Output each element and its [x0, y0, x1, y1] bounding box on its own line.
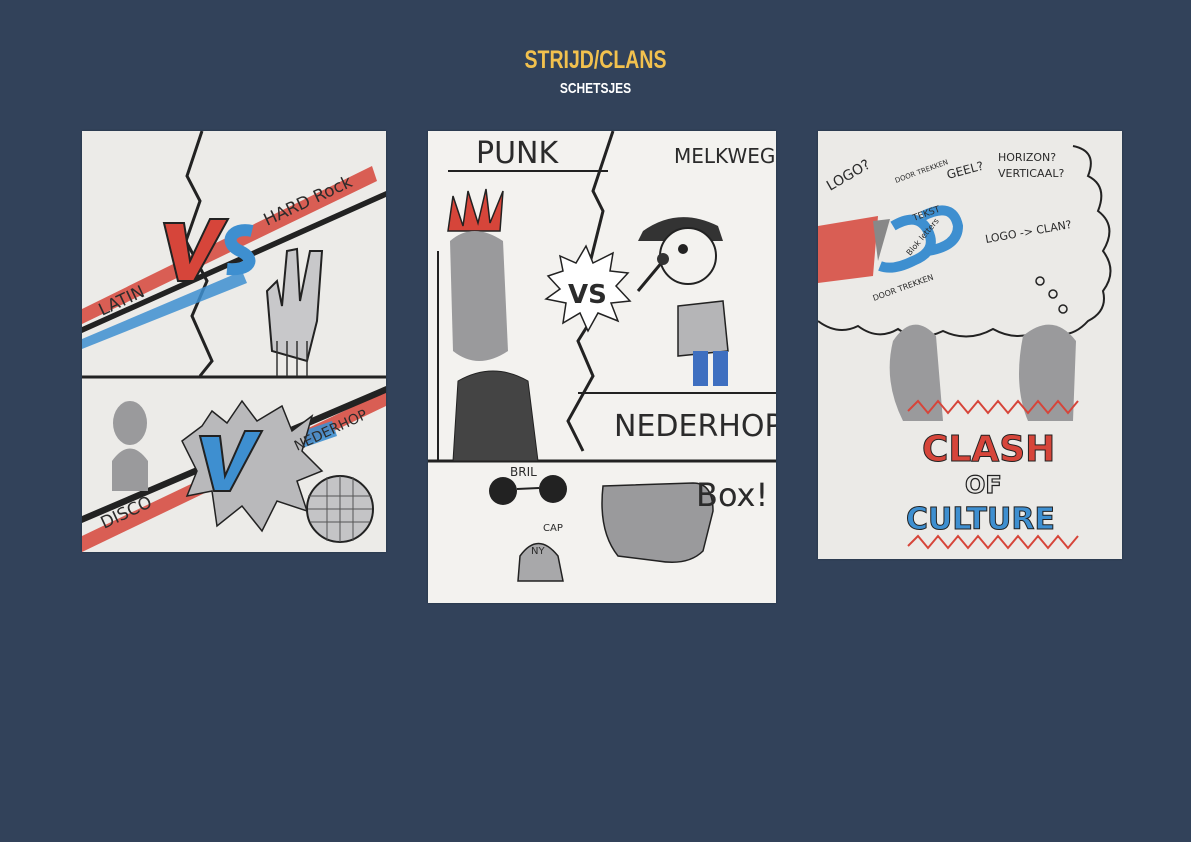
- label-culture: CULTURE: [906, 502, 1055, 537]
- label-of: OF: [965, 471, 1002, 499]
- label-bril: BRIL: [510, 465, 537, 479]
- label-ny: NY: [531, 546, 545, 557]
- label-horizon: HORIZON?: [998, 151, 1056, 164]
- label-nederhop-2: NEDERHOP: [614, 409, 776, 444]
- label-cap: CAP: [543, 523, 563, 534]
- label-box: Box!: [696, 476, 768, 514]
- label-vs-2: VS: [568, 280, 607, 310]
- label-punk: PUNK: [476, 136, 559, 171]
- sketch-photo-clash-of-culture: LOGO? DOOR TREKKEN GEEL? HORIZON? VERTIC…: [818, 131, 1122, 559]
- label-melkweg: MELKWEG: [674, 144, 775, 168]
- sketch-1-drawing: LATIN HARD Rock DISCO NEDERHOP: [82, 131, 386, 552]
- sketch-3-drawing: LOGO? DOOR TREKKEN GEEL? HORIZON? VERTIC…: [818, 131, 1122, 559]
- label-verticaal: VERTICAAL?: [998, 167, 1064, 180]
- sketch-photo-punk-vs-nederhop: VS PUNK MELKWEG NEDERHOP BRIL Box! CAP N…: [428, 131, 776, 603]
- label-clash: CLASH: [922, 429, 1055, 470]
- page-title: STRIJD/CLANS: [524, 46, 667, 74]
- sketch-photo-latin-vs-hardrock: LATIN HARD Rock DISCO NEDERHOP: [82, 131, 386, 552]
- sketch-2-drawing: VS PUNK MELKWEG NEDERHOP BRIL Box! CAP N…: [428, 131, 776, 603]
- page-subtitle: SCHETSJES: [559, 80, 632, 97]
